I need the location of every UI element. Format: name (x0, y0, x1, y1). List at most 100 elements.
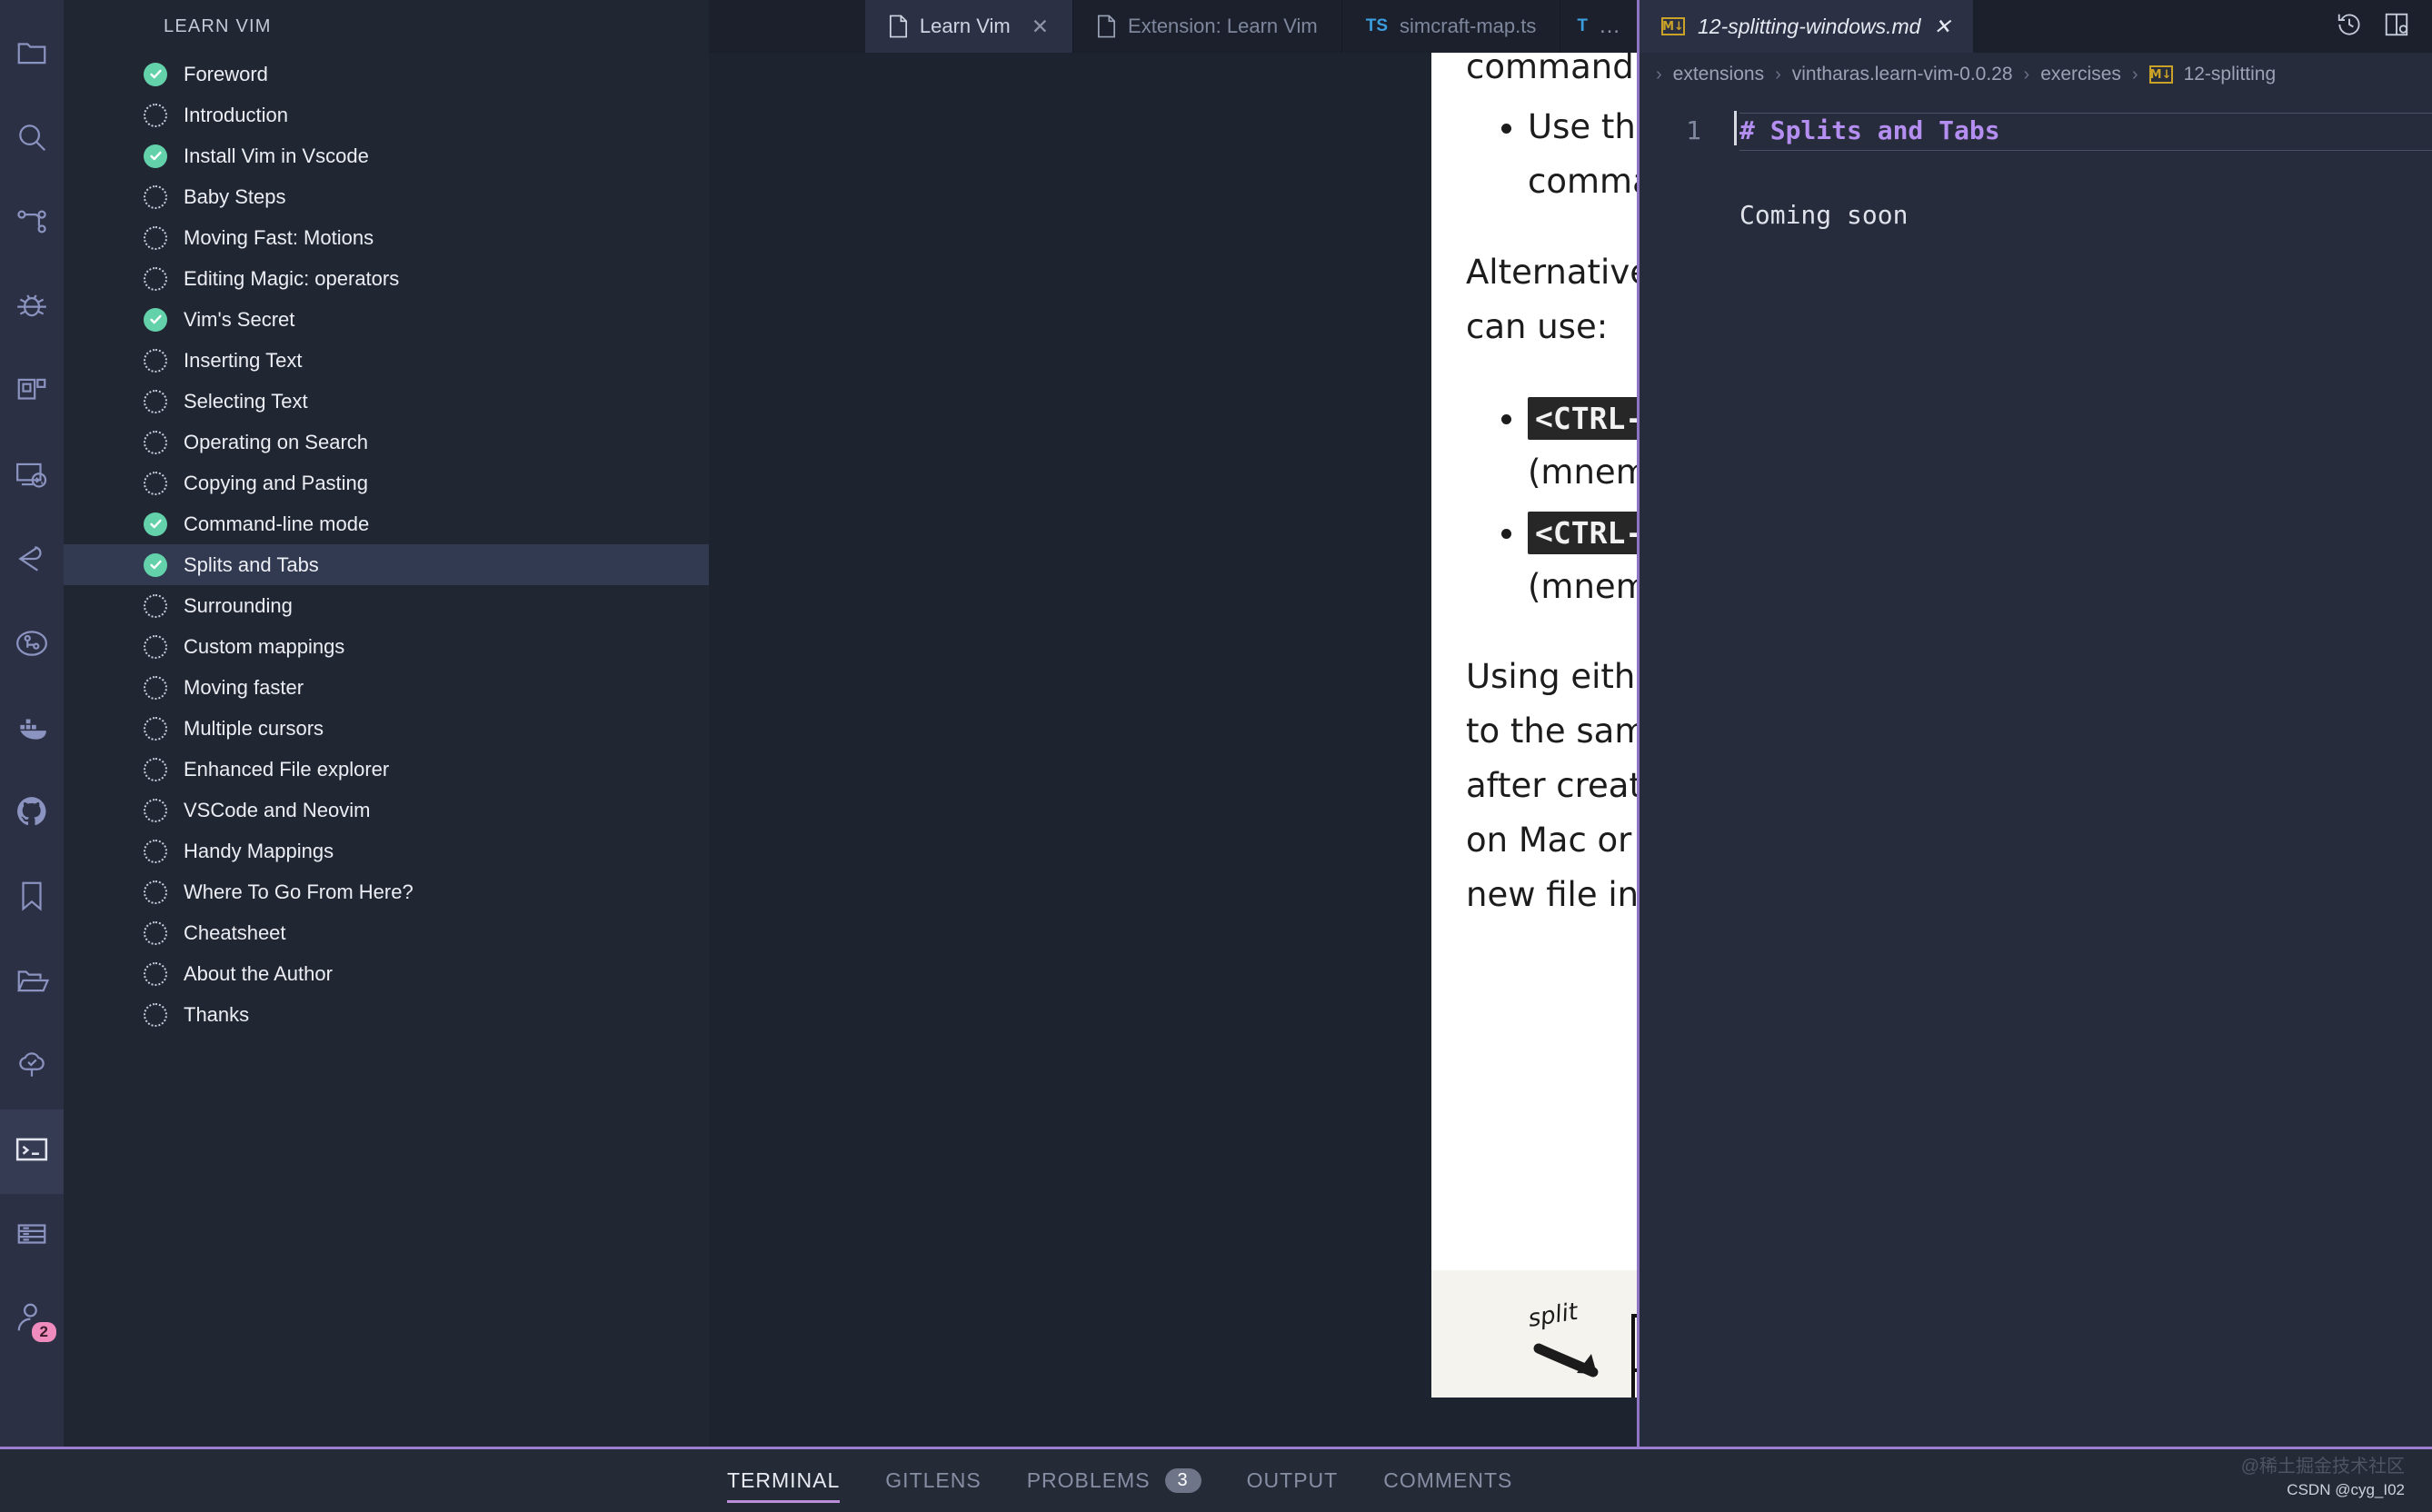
breadcrumb-item[interactable]: extensions (1673, 64, 1764, 85)
panel-tab-gitlens[interactable]: GITLENS (885, 1448, 981, 1512)
sidebar-item-where-to-go-from-here[interactable]: Where To Go From Here? (64, 871, 709, 912)
activity-item-source-control[interactable] (0, 182, 64, 266)
activity-item-project-manager[interactable] (0, 940, 64, 1025)
activity-item-settings[interactable] (0, 1362, 64, 1447)
bullet-2-prefix: Use the (1528, 106, 1637, 146)
tab-learn-vim[interactable]: Learn Vim ✕ (864, 0, 1074, 53)
sidebar-item-handy-mappings[interactable]: Handy Mappings (64, 831, 709, 871)
source-control-icon (15, 204, 49, 244)
sidebar-item-label: Surrounding (184, 593, 293, 617)
sidebar-item-label: Operating on Search (184, 430, 369, 453)
chapter-list: Foreword Introduction Install Vim in Vscod… (64, 54, 709, 1035)
panel-tab-problems[interactable]: PROBLEMS 3 (1027, 1448, 1201, 1512)
folder-icon (15, 35, 49, 75)
panel-tab-list: TERMINAL GITLENS PROBLEMS 3 OUTPUT COMMENTS (727, 1448, 1512, 1512)
panel-tab-label: PROBLEMS (1026, 1468, 1151, 1492)
vim-icon (15, 542, 49, 581)
panel-tab-output[interactable]: OUTPUT (1247, 1448, 1339, 1512)
watermark-line-1: @稀土掘金技术社区 (2240, 1457, 2405, 1477)
activity-item-test-explorer[interactable] (0, 603, 64, 688)
sidebar-item-selecting-text[interactable]: Selecting Text (64, 381, 709, 422)
sidebar-item-moving-fast-motions[interactable]: Moving Fast: Motions (64, 217, 709, 258)
empty-circle-icon (144, 634, 167, 659)
sidebar-item-introduction[interactable]: Introduction (64, 94, 709, 135)
sidebar-item-inserting-text[interactable]: Inserting Text (64, 340, 709, 381)
text-cursor (1734, 111, 1737, 145)
markdown-icon: M↓ (2148, 65, 2173, 84)
checked-circle-icon (144, 512, 167, 536)
sidebar-item-cheatsheet[interactable]: Cheatsheet (64, 912, 709, 953)
activity-item-docker[interactable] (0, 688, 64, 772)
empty-circle-icon (144, 348, 167, 373)
sidebar-item-label: Inserting Text (184, 348, 303, 372)
vscode-window: 2 LEARN VIM Foreword Introduction Install … (0, 0, 2432, 1512)
activity-item-github[interactable] (0, 771, 64, 856)
sidebar-item-copying-and-pasting[interactable]: Copying and Pasting (64, 463, 709, 503)
checked-circle-icon (144, 62, 167, 86)
breadcrumb-separator: › (1775, 64, 1781, 85)
tab-overflow[interactable]: T … (1560, 0, 1637, 53)
breadcrumb-item[interactable]: 12-splitting (2184, 64, 2277, 85)
sidebar-item-install-vim-in-vscode[interactable]: Install Vim in Vscode (64, 135, 709, 176)
sidebar-item-command-line-mode[interactable]: Command-line mode (64, 503, 709, 544)
activity-item-explorer[interactable] (0, 13, 64, 97)
tab-bar-right: M↓ 12-splitting-windows.md ✕ (1640, 0, 2432, 53)
code-editor[interactable]: 1 # Splits and Tabs Coming soon (1640, 96, 2432, 1447)
sidebar-item-foreword[interactable]: Foreword (64, 54, 709, 94)
split-editor-icon[interactable] (2383, 11, 2410, 43)
more-actions-icon[interactable]: … (1599, 14, 1620, 39)
activity-item-search[interactable] (0, 97, 64, 182)
panel-tab-comments[interactable]: COMMENTS (1383, 1448, 1512, 1512)
checked-circle-icon (144, 144, 167, 168)
panel-tab-label: COMMENTS (1383, 1468, 1513, 1492)
activity-item-accounts[interactable]: 2 (0, 1278, 64, 1362)
panel-tab-terminal[interactable]: TERMINAL (727, 1448, 841, 1512)
panel-tab-label: TERMINAL (727, 1468, 841, 1492)
tab-simcraft-map[interactable]: TS simcraft-map.ts (1342, 0, 1561, 53)
sidebar-item-vscode-and-neovim[interactable]: VSCode and Neovim (64, 790, 709, 831)
split-vsplit-illustration: split vsplit (1431, 1270, 1637, 1398)
sidebar-item-enhanced-file-explorer[interactable]: Enhanced File explorer (64, 749, 709, 790)
tree-check-icon (15, 1048, 49, 1087)
sidebar-item-editing-magic-operators[interactable]: Editing Magic: operators (64, 258, 709, 299)
empty-circle-icon (144, 103, 167, 127)
breadcrumb-item[interactable]: vintharas.learn-vim-0.0.28 (1792, 64, 2013, 85)
activity-item-learn-vim[interactable] (0, 519, 64, 603)
sidebar-item-label: Custom mappings (184, 634, 345, 658)
watermark-line-2: CSDN @cyg_I02 (2287, 1481, 2405, 1498)
activity-item-bookmarks[interactable] (0, 856, 64, 940)
sidebar-item-multiple-cursors[interactable]: Multiple cursors (64, 708, 709, 749)
empty-circle-icon (144, 266, 167, 291)
sidebar-item-splits-and-tabs[interactable]: Splits and Tabs (64, 544, 709, 585)
empty-circle-icon (144, 675, 167, 700)
close-icon[interactable]: ✕ (1032, 15, 1049, 39)
close-icon[interactable]: ✕ (1933, 15, 1950, 39)
activity-item-code-health[interactable] (0, 1025, 64, 1109)
file-icon (889, 15, 908, 38)
code-line-3: Coming soon (1640, 197, 2432, 234)
sidebar-item-thanks[interactable]: Thanks (64, 994, 709, 1035)
sidebar-item-moving-faster[interactable]: Moving faster (64, 667, 709, 708)
sidebar-item-about-the-author[interactable]: About the Author (64, 953, 709, 994)
sidebar-item-surrounding[interactable]: Surrounding (64, 585, 709, 626)
empty-circle-icon (144, 593, 167, 618)
sidebar-item-custom-mappings[interactable]: Custom mappings (64, 626, 709, 667)
sidebar-item-baby-steps[interactable]: Baby Steps (64, 176, 709, 217)
sidebar-item-label: VSCode and Neovim (184, 798, 371, 821)
activity-item-extensions[interactable] (0, 350, 64, 434)
activity-item-remote-explorer[interactable] (0, 434, 64, 519)
sidebar-item-label: Handy Mappings (184, 839, 334, 862)
tab-12-splitting-windows[interactable]: M↓ 12-splitting-windows.md ✕ (1640, 0, 1973, 53)
history-icon[interactable] (2336, 11, 2363, 43)
breadcrumb-item[interactable]: exercises (2040, 64, 2121, 85)
ctrl-w-list: <CTRL-W> S to open horizontal split (mne… (1528, 391, 1637, 614)
sidebar-item-operating-on-search[interactable]: Operating on Search (64, 422, 709, 463)
activity-item-debug[interactable] (0, 265, 64, 350)
activity-item-terminal[interactable] (0, 1109, 64, 1194)
sidebar-item-vim-s-secret[interactable]: Vim's Secret (64, 299, 709, 340)
empty-circle-icon (144, 839, 167, 863)
markdown-preview: command to open a file in a horizontal s… (1431, 53, 1637, 1398)
activity-item-database[interactable] (0, 1194, 64, 1278)
tab-extension-learn-vim[interactable]: Extension: Learn Vim (1073, 0, 1342, 53)
empty-circle-icon (144, 757, 167, 781)
